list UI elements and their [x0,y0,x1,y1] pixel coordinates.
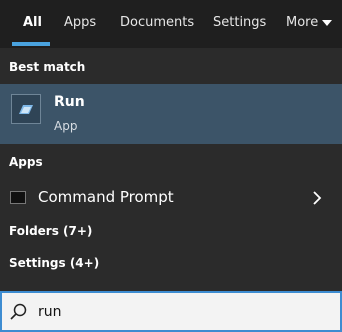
search-icon [10,303,27,320]
active-tab-indicator [12,42,50,46]
app-result-label: Command Prompt [38,188,174,206]
tab-documents[interactable]: Documents [120,15,194,30]
run-icon [11,94,41,124]
tab-settings[interactable]: Settings [213,15,266,30]
category-folders[interactable]: Folders (7+) [9,224,92,238]
caret-down-icon [322,19,333,26]
command-prompt-icon [10,191,26,204]
result-subtitle: App [54,119,78,133]
best-match-result[interactable]: Run App [0,84,342,144]
apps-header: Apps [9,155,43,169]
tab-apps[interactable]: Apps [64,15,96,30]
search-input[interactable] [38,300,328,324]
tab-all[interactable]: All [23,15,42,30]
category-settings[interactable]: Settings (4+) [9,256,99,270]
app-result-command-prompt[interactable]: Command Prompt [0,180,342,216]
tab-more-label: More [286,15,319,30]
search-box[interactable] [0,291,342,332]
result-title: Run [54,94,85,110]
best-match-header: Best match [9,60,86,74]
tab-bar: All Apps Documents Settings More [0,0,342,48]
tab-more[interactable]: More [286,15,333,30]
chevron-right-icon[interactable] [310,189,324,207]
